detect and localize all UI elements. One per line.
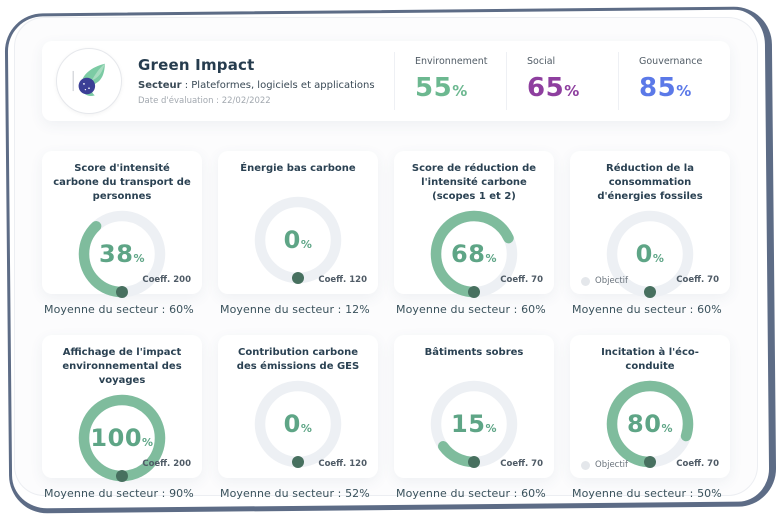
coefficient-label: Coeff. 70: [676, 275, 719, 285]
objectif-legend: Objectif: [581, 276, 628, 286]
company-info: Green Impact Secteur : Plateformes, logi…: [138, 56, 375, 106]
coefficient-label: Coeff. 120: [318, 275, 367, 285]
sector-average: Moyenne du secteur : 60%: [396, 303, 554, 316]
gauge-value: 15%: [426, 376, 522, 472]
objectif-bullet-icon: [581, 461, 590, 470]
sector-average: Moyenne du secteur : 52%: [220, 487, 378, 500]
coefficient-label: Coeff. 70: [676, 459, 719, 469]
gauge-value: 0%: [602, 206, 698, 302]
indicator-cell: Score d'intensité carbone du transport d…: [42, 151, 202, 335]
indicator-card: Énergie bas carbone 0% Coeff. 120: [218, 151, 378, 294]
company-header: Green Impact Secteur : Plateformes, logi…: [42, 41, 730, 121]
indicator-cell: Incitation à l'éco-conduite 80% Objectif…: [570, 335, 730, 519]
indicator-card: Incitation à l'éco-conduite 80% Objectif…: [570, 335, 730, 478]
evaluation-date: Date d'évaluation : 22/02/2022: [138, 96, 375, 106]
indicator-cell: Énergie bas carbone 0% Coeff. 120 Moyenn…: [218, 151, 378, 335]
esg-scores: Environnement 55% Social 65% Gouvernance…: [394, 52, 730, 110]
gauge: 68%: [426, 206, 522, 302]
indicator-cell: Bâtiments sobres 15% Coeff. 70 Moyenne d…: [394, 335, 554, 519]
gauge: 38%: [74, 206, 170, 302]
indicator-title: Contribution carbone des émissions de GE…: [228, 346, 368, 374]
indicator-title: Affichage de l'impact environnemental de…: [52, 346, 192, 388]
indicator-cell: Contribution carbone des émissions de GE…: [218, 335, 378, 519]
indicator-title: Bâtiments sobres: [404, 346, 544, 374]
indicator-card: Bâtiments sobres 15% Coeff. 70: [394, 335, 554, 478]
dashboard-screen: Green Impact Secteur : Plateformes, logi…: [14, 17, 758, 496]
gauge-value: 80%: [602, 376, 698, 472]
indicator-card: Contribution carbone des émissions de GE…: [218, 335, 378, 478]
coefficient-label: Coeff. 70: [500, 459, 543, 469]
coefficient-label: Coeff. 120: [318, 459, 367, 469]
sector-average: Moyenne du secteur : 60%: [396, 487, 554, 500]
indicator-card: Affichage de l'impact environnemental de…: [42, 335, 202, 478]
gauge-value: 38%: [74, 206, 170, 302]
indicator-cell: Réduction de la consommation d'énergies …: [570, 151, 730, 335]
coefficient-label: Coeff. 70: [500, 275, 543, 285]
gauge: 100%: [74, 390, 170, 486]
indicator-card: Réduction de la consommation d'énergies …: [570, 151, 730, 294]
indicator-title: Réduction de la consommation d'énergies …: [580, 162, 720, 204]
indicator-cell: Affichage de l'impact environnemental de…: [42, 335, 202, 519]
indicator-title: Score de réduction de l'intensité carbon…: [404, 162, 544, 204]
indicator-title: Incitation à l'éco-conduite: [580, 346, 720, 374]
indicator-title: Score d'intensité carbone du transport d…: [52, 162, 192, 204]
coefficient-label: Coeff. 200: [142, 459, 191, 469]
indicator-title: Énergie bas carbone: [228, 162, 368, 190]
gauge: 80%: [602, 376, 698, 472]
indicator-grid: Score d'intensité carbone du transport d…: [42, 151, 730, 519]
indicator-card: Score de réduction de l'intensité carbon…: [394, 151, 554, 294]
gauge: 0%: [250, 376, 346, 472]
gauge-value: 100%: [74, 390, 170, 486]
gauge-value: 0%: [250, 192, 346, 288]
sector-average: Moyenne du secteur : 90%: [44, 487, 202, 500]
gauge: 0%: [602, 206, 698, 302]
gauge: 0%: [250, 192, 346, 288]
sector-average: Moyenne du secteur : 60%: [572, 303, 730, 316]
gauge-value: 68%: [426, 206, 522, 302]
score-social: Social 65%: [506, 52, 618, 110]
score-environnement: Environnement 55%: [394, 52, 506, 110]
objectif-bullet-icon: [581, 277, 590, 286]
sector-average: Moyenne du secteur : 12%: [220, 303, 378, 316]
indicator-card: Score d'intensité carbone du transport d…: [42, 151, 202, 294]
sector-average: Moyenne du secteur : 60%: [44, 303, 202, 316]
company-sector: Secteur : Plateformes, logiciels et appl…: [138, 80, 375, 91]
indicator-cell: Score de réduction de l'intensité carbon…: [394, 151, 554, 335]
score-gouvernance: Gouvernance 85%: [618, 52, 730, 110]
sector-average: Moyenne du secteur : 50%: [572, 487, 730, 500]
company-logo: [56, 48, 122, 114]
comet-leaf-icon: [66, 58, 112, 104]
gauge: 15%: [426, 376, 522, 472]
coefficient-label: Coeff. 200: [142, 275, 191, 285]
company-name: Green Impact: [138, 56, 375, 74]
gauge-value: 0%: [250, 376, 346, 472]
objectif-legend: Objectif: [581, 460, 628, 470]
